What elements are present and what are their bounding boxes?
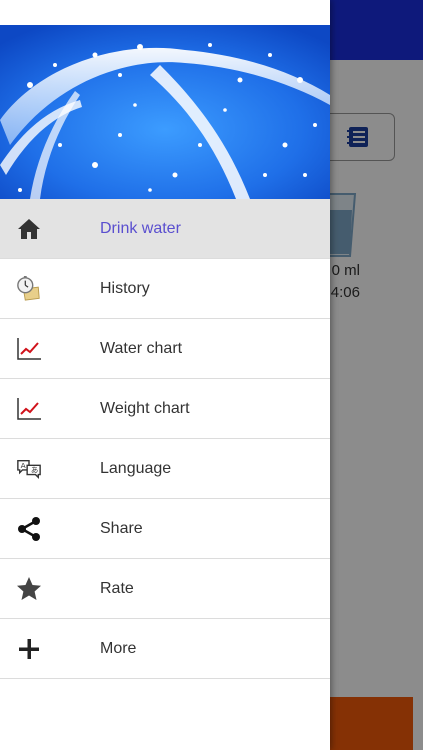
drawer-menu: Drink water History Water chart Weight c… [0, 199, 330, 679]
translate-icon: A あ [16, 456, 42, 482]
menu-label: Share [100, 519, 143, 537]
status-bar [0, 0, 330, 25]
menu-label: Language [100, 459, 172, 477]
stopwatch-scroll-icon [16, 276, 42, 302]
menu-label: Weight chart [100, 399, 190, 417]
drawer-header-image [0, 25, 330, 199]
menu-item-share[interactable]: Share [0, 499, 330, 559]
svg-text:あ: あ [31, 466, 38, 475]
menu-item-drink-water[interactable]: Drink water [0, 199, 330, 259]
line-chart-icon [16, 336, 42, 362]
app-screen: 0 ml 4:06 Drink water History Water char… [0, 0, 423, 750]
menu-item-language[interactable]: A あ Language [0, 439, 330, 499]
svg-text:A: A [21, 461, 26, 470]
menu-item-water-chart[interactable]: Water chart [0, 319, 330, 379]
menu-label: Drink water [100, 219, 181, 237]
menu-item-rate[interactable]: Rate [0, 559, 330, 619]
menu-label: History [100, 279, 150, 297]
menu-label: Water chart [100, 339, 183, 357]
menu-label: Rate [100, 579, 134, 597]
menu-item-more[interactable]: More [0, 619, 330, 679]
home-icon [16, 216, 42, 242]
menu-label: More [100, 639, 137, 657]
plus-icon [16, 636, 42, 662]
share-icon [16, 516, 42, 542]
star-icon [16, 576, 42, 602]
menu-item-history[interactable]: History [0, 259, 330, 319]
line-chart-icon [16, 396, 42, 422]
navigation-drawer: Drink water History Water chart Weight c… [0, 0, 330, 750]
water-splash-banner [0, 25, 330, 199]
menu-item-weight-chart[interactable]: Weight chart [0, 379, 330, 439]
